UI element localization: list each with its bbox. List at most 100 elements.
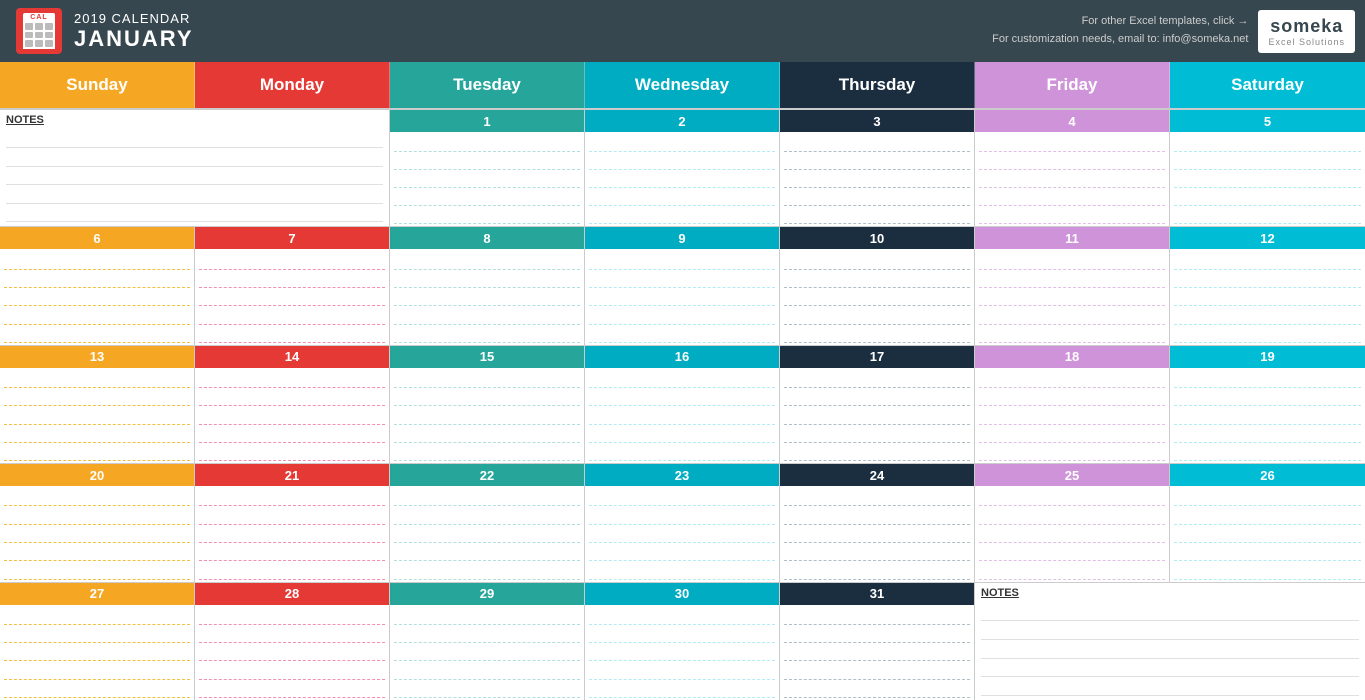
cal-row-3: 13 14 15 16 17	[0, 345, 1365, 463]
day-lines-19	[1170, 368, 1365, 463]
day-3: 3	[780, 110, 975, 226]
day-13: 13	[0, 346, 195, 463]
day-lines-2	[585, 132, 779, 226]
notes-cell-bottomright: NOTES	[975, 583, 1365, 700]
day-19: 19	[1170, 346, 1365, 463]
day-number-1: 1	[390, 110, 584, 132]
day-number-5: 5	[1170, 110, 1365, 132]
day-number-2: 2	[585, 110, 779, 132]
day-number-16: 16	[585, 346, 779, 368]
day-number-7: 7	[195, 227, 389, 249]
day-number-26: 26	[1170, 464, 1365, 486]
day-number-3: 3	[780, 110, 974, 132]
day-lines-23	[585, 486, 779, 581]
header-links: For other Excel templates, click → For c…	[992, 13, 1248, 48]
day-lines-13	[0, 368, 194, 463]
header-right: For other Excel templates, click → For c…	[992, 10, 1365, 53]
day-number-12: 12	[1170, 227, 1365, 249]
day-14: 14	[195, 346, 390, 463]
day-number-17: 17	[780, 346, 974, 368]
day-lines-10	[780, 249, 974, 344]
day-29: 29	[390, 583, 585, 700]
day-27: 27	[0, 583, 195, 700]
day-number-24: 24	[780, 464, 974, 486]
someka-logo-text: someka	[1270, 16, 1343, 37]
notes-lines-top	[6, 130, 383, 222]
day-lines-28	[195, 605, 389, 700]
day-number-6: 6	[0, 227, 194, 249]
day-10: 10	[780, 227, 975, 344]
header-saturday: Saturday	[1170, 62, 1365, 108]
header-logo: CAL 2019 CALENDAR JANUARY	[0, 8, 210, 54]
day-25: 25	[975, 464, 1170, 581]
day-number-15: 15	[390, 346, 584, 368]
notes-lines-bottom	[981, 603, 1359, 696]
header-wednesday: Wednesday	[585, 62, 780, 108]
day-11: 11	[975, 227, 1170, 344]
day-1: 1	[390, 110, 585, 226]
day-lines-20	[0, 486, 194, 581]
day-lines-5	[1170, 132, 1365, 226]
day-7: 7	[195, 227, 390, 344]
day-31: 31	[780, 583, 975, 700]
day-22: 22	[390, 464, 585, 581]
day-lines-17	[780, 368, 974, 463]
day-lines-21	[195, 486, 389, 581]
notes-label-bottom: NOTES	[981, 587, 1359, 599]
day-lines-7	[195, 249, 389, 344]
day-number-11: 11	[975, 227, 1169, 249]
day-9: 9	[585, 227, 780, 344]
header-tuesday: Tuesday	[390, 62, 585, 108]
someka-logo: someka Excel Solutions	[1258, 10, 1355, 53]
day-12: 12	[1170, 227, 1365, 344]
day-number-25: 25	[975, 464, 1169, 486]
header-title: 2019 CALENDAR JANUARY	[74, 11, 194, 52]
day-number-13: 13	[0, 346, 194, 368]
header: CAL 2019 CALENDAR JANUARY For other Exce…	[0, 0, 1365, 62]
link-line2: For customization needs, email to: info@…	[992, 31, 1248, 49]
day-number-14: 14	[195, 346, 389, 368]
day-number-8: 8	[390, 227, 584, 249]
cal-row-2: 6 7 8 9 10	[0, 226, 1365, 344]
day-lines-14	[195, 368, 389, 463]
day-lines-4	[975, 132, 1169, 226]
day-lines-26	[1170, 486, 1365, 581]
day-lines-12	[1170, 249, 1365, 344]
day-24: 24	[780, 464, 975, 581]
day-15: 15	[390, 346, 585, 463]
day-lines-24	[780, 486, 974, 581]
cal-row-1: NOTES 1 2 3	[0, 108, 1365, 226]
calendar-icon: CAL	[16, 8, 62, 54]
day-lines-27	[0, 605, 194, 700]
day-number-10: 10	[780, 227, 974, 249]
day-lines-30	[585, 605, 779, 700]
day-number-18: 18	[975, 346, 1169, 368]
month-name: JANUARY	[74, 26, 194, 52]
day-lines-18	[975, 368, 1169, 463]
day-30: 30	[585, 583, 780, 700]
day-number-20: 20	[0, 464, 194, 486]
day-lines-22	[390, 486, 584, 581]
day-lines-25	[975, 486, 1169, 581]
link-line1: For other Excel templates, click →	[992, 13, 1248, 31]
day-number-23: 23	[585, 464, 779, 486]
calendar-grid: NOTES 1 2 3	[0, 108, 1365, 700]
header-sunday: Sunday	[0, 62, 195, 108]
notes-label-top: NOTES	[6, 114, 383, 126]
cal-row-4: 20 21 22 23 24	[0, 463, 1365, 581]
day-lines-16	[585, 368, 779, 463]
day-number-27: 27	[0, 583, 194, 605]
day-lines-29	[390, 605, 584, 700]
day-23: 23	[585, 464, 780, 581]
day-headers: Sunday Monday Tuesday Wednesday Thursday…	[0, 62, 1365, 108]
day-5: 5	[1170, 110, 1365, 226]
day-2: 2	[585, 110, 780, 226]
someka-logo-sub: Excel Solutions	[1268, 37, 1345, 47]
day-number-31: 31	[780, 583, 974, 605]
day-number-28: 28	[195, 583, 389, 605]
day-18: 18	[975, 346, 1170, 463]
header-thursday: Thursday	[780, 62, 975, 108]
header-friday: Friday	[975, 62, 1170, 108]
day-4: 4	[975, 110, 1170, 226]
day-26: 26	[1170, 464, 1365, 581]
